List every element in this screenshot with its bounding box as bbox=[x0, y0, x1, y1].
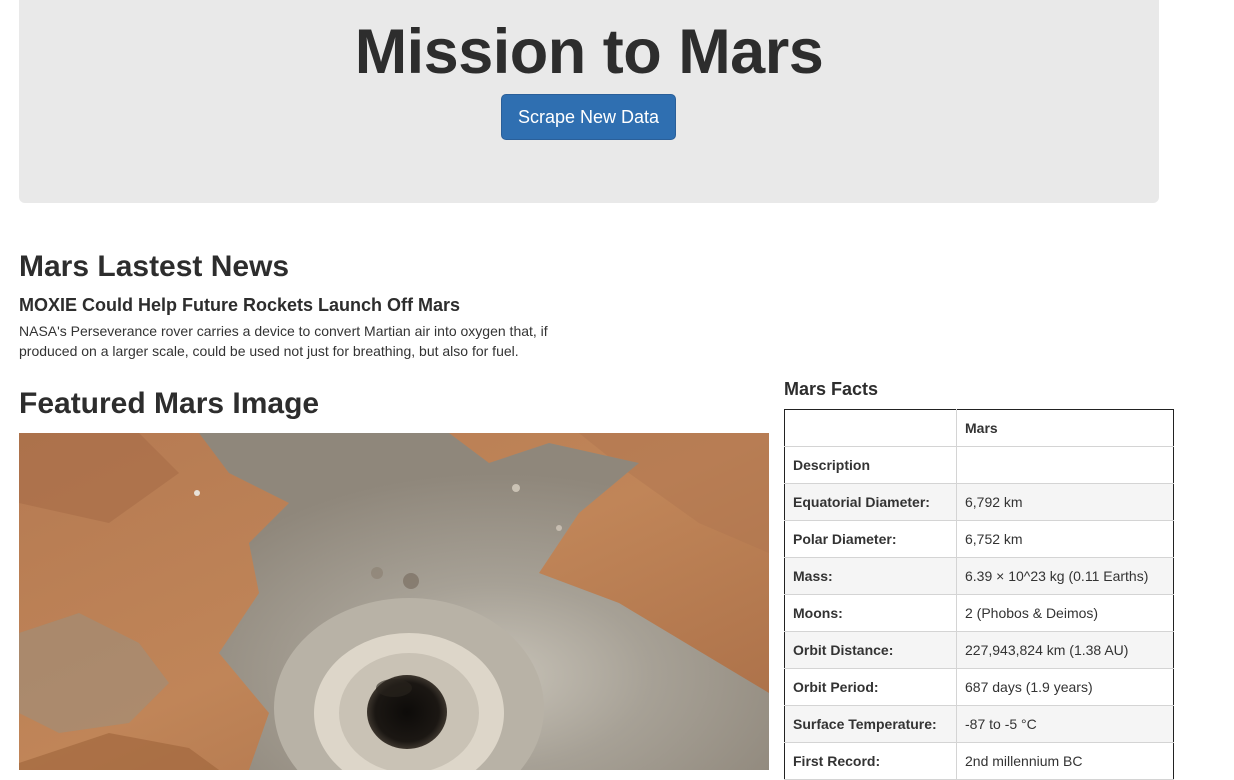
fact-value: 2nd millennium BC bbox=[956, 742, 1174, 780]
table-row: Equatorial Diameter: 6,792 km bbox=[784, 483, 1174, 521]
table-header-row: Mars bbox=[784, 409, 1174, 447]
mars-drill-hole-image bbox=[19, 433, 769, 770]
jumbotron-header: Mission to Mars Scrape New Data bbox=[19, 0, 1159, 203]
fact-value: 6,752 km bbox=[956, 520, 1174, 558]
fact-value: 687 days (1.9 years) bbox=[956, 668, 1174, 706]
table-header-mars: Mars bbox=[956, 409, 1174, 447]
fact-label: Equatorial Diameter: bbox=[784, 483, 957, 521]
news-section-heading: Mars Lastest News bbox=[19, 250, 290, 283]
fact-value: 6.39 × 10^23 kg (0.11 Earths) bbox=[956, 557, 1174, 595]
fact-label: Orbit Distance: bbox=[784, 631, 957, 669]
news-teaser: NASA's Perseverance rover carries a devi… bbox=[19, 323, 548, 359]
table-header-empty bbox=[784, 409, 957, 447]
table-row: Orbit Period: 687 days (1.9 years) bbox=[784, 668, 1174, 706]
table-row: Orbit Distance: 227,943,824 km (1.38 AU) bbox=[784, 631, 1174, 669]
fact-value: 6,792 km bbox=[956, 483, 1174, 521]
fact-label: Polar Diameter: bbox=[784, 520, 957, 558]
featured-image-heading: Featured Mars Image bbox=[19, 387, 320, 420]
featured-mars-image[interactable] bbox=[19, 433, 769, 770]
page-title: Mission to Mars bbox=[354, 17, 824, 87]
table-row: Mass: 6.39 × 10^23 kg (0.11 Earths) bbox=[784, 557, 1174, 595]
table-row: Moons: 2 (Phobos & Deimos) bbox=[784, 594, 1174, 632]
fact-label: Orbit Period: bbox=[784, 668, 957, 706]
table-row: First Record: 2nd millennium BC bbox=[784, 742, 1174, 780]
fact-label: Moons: bbox=[784, 594, 957, 632]
table-row: Polar Diameter: 6,752 km bbox=[784, 520, 1174, 558]
fact-label: Mass: bbox=[784, 557, 957, 595]
fact-label: Description bbox=[784, 446, 957, 484]
table-row: Description bbox=[784, 446, 1174, 484]
news-title: MOXIE Could Help Future Rockets Launch O… bbox=[19, 295, 461, 315]
mars-facts-heading: Mars Facts bbox=[784, 379, 879, 399]
table-row: Surface Temperature: -87 to -5 °C bbox=[784, 705, 1174, 743]
fact-value: 2 (Phobos & Deimos) bbox=[956, 594, 1174, 632]
fact-value: 227,943,824 km (1.38 AU) bbox=[956, 631, 1174, 669]
fact-value bbox=[956, 446, 1174, 484]
fact-label: Surface Temperature: bbox=[784, 705, 957, 743]
scrape-new-data-button[interactable]: Scrape New Data bbox=[501, 94, 676, 140]
fact-value: -87 to -5 °C bbox=[956, 705, 1174, 743]
mars-facts-table: Mars Description Equatorial Diameter: 6,… bbox=[784, 409, 1174, 780]
fact-label: First Record: bbox=[784, 742, 957, 780]
